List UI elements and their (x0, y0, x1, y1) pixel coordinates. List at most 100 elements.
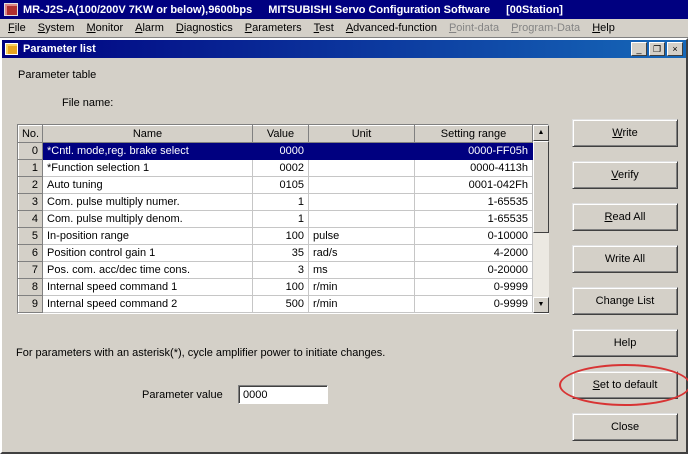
param-unit-cell (309, 194, 415, 211)
param-value-cell: 0002 (253, 160, 309, 177)
param-value-cell: 100 (253, 228, 309, 245)
verify-button[interactable]: Verify (572, 161, 678, 189)
param-no-cell: 1 (19, 160, 43, 177)
param-no-cell: 7 (19, 262, 43, 279)
maximize-button[interactable]: ❐ (649, 42, 665, 56)
param-unit-cell (309, 211, 415, 228)
param-name-cell: Position control gain 1 (43, 245, 253, 262)
param-no-cell: 5 (19, 228, 43, 245)
table-row[interactable]: 2 Auto tuning 0105 0001-042Fh (19, 177, 533, 194)
param-unit-cell (309, 160, 415, 177)
menu-item-help[interactable]: Help (586, 20, 621, 36)
set-to-default-button[interactable]: Set to default (572, 371, 678, 399)
param-value-cell: 500 (253, 296, 309, 313)
parameter-list-titlebar[interactable]: Parameter list _ ❐ × (2, 40, 686, 58)
window-title-station: [00Station] (506, 4, 563, 16)
command-button-column: Write Verify Read All Write All Change L… (572, 119, 678, 441)
param-name-cell: Pos. com. acc/dec time cons. (43, 262, 253, 279)
menu-item-advanced-function[interactable]: Advanced-function (340, 20, 443, 36)
scrollbar-thumb[interactable] (533, 141, 549, 233)
menu-item-program-data: Program-Data (505, 20, 586, 36)
param-value-cell: 0105 (253, 177, 309, 194)
param-unit-cell: r/min (309, 279, 415, 296)
table-row[interactable]: 7 Pos. com. acc/dec time cons. 3 ms 0-20… (19, 262, 533, 279)
menu-item-parameters[interactable]: Parameters (239, 20, 308, 36)
param-unit-cell: r/min (309, 296, 415, 313)
param-value-cell: 100 (253, 279, 309, 296)
table-header-row: No. Name Value Unit Setting range (19, 126, 533, 143)
header-name: Name (43, 126, 253, 143)
table-row[interactable]: 5 In-position range 100 pulse 0-10000 (19, 228, 533, 245)
scroll-down-icon[interactable]: ▼ (533, 297, 549, 313)
header-value: Value (253, 126, 309, 143)
param-value-cell: 1 (253, 211, 309, 228)
window-controls: _ ❐ × (631, 42, 683, 56)
param-no-cell: 9 (19, 296, 43, 313)
param-no-cell: 4 (19, 211, 43, 228)
read-all-button[interactable]: Read All (572, 203, 678, 231)
menu-item-file[interactable]: File (2, 20, 32, 36)
titlebar-close-button[interactable]: × (667, 42, 683, 56)
param-range-cell: 0000-4113h (415, 160, 533, 177)
minimize-button[interactable]: _ (631, 42, 647, 56)
param-value-cell: 35 (253, 245, 309, 262)
param-name-cell: *Cntl. mode,reg. brake select (43, 143, 253, 160)
parameter-list-window-icon (5, 43, 18, 55)
table-row[interactable]: 3 Com. pulse multiply numer. 1 1-65535 (19, 194, 533, 211)
param-range-cell: 0-9999 (415, 279, 533, 296)
param-name-cell: Com. pulse multiply denom. (43, 211, 253, 228)
param-unit-cell (309, 143, 415, 160)
param-unit-cell (309, 177, 415, 194)
param-range-cell: 0-10000 (415, 228, 533, 245)
scroll-up-icon[interactable]: ▲ (533, 125, 549, 141)
param-value-cell: 1 (253, 194, 309, 211)
application-window: MR-J2S-A(100/200V 7KW or below),9600bps … (0, 0, 688, 454)
close-button[interactable]: Close (572, 413, 678, 441)
param-unit-cell: rad/s (309, 245, 415, 262)
param-range-cell: 0000-FF05h (415, 143, 533, 160)
menu-item-system[interactable]: System (32, 20, 81, 36)
parameter-table: No. Name Value Unit Setting range 0 *Cnt… (17, 124, 549, 314)
menu-item-test[interactable]: Test (308, 20, 340, 36)
menu-item-alarm[interactable]: Alarm (129, 20, 170, 36)
table-row[interactable]: 1 *Function selection 1 0002 0000-4113h (19, 160, 533, 177)
param-range-cell: 1-65535 (415, 194, 533, 211)
write-all-button[interactable]: Write All (572, 245, 678, 273)
table-row[interactable]: 6 Position control gain 1 35 rad/s 4-200… (19, 245, 533, 262)
parameter-table-label: Parameter table (18, 69, 96, 81)
param-range-cell: 0001-042Fh (415, 177, 533, 194)
param-unit-cell: ms (309, 262, 415, 279)
table-row[interactable]: 9 Internal speed command 2 500 r/min 0-9… (19, 296, 533, 313)
table-row[interactable]: 0 *Cntl. mode,reg. brake select 0000 000… (19, 143, 533, 160)
param-value-cell: 3 (253, 262, 309, 279)
param-name-cell: Internal speed command 1 (43, 279, 253, 296)
header-setting-range: Setting range (415, 126, 533, 143)
param-value-cell: 0000 (253, 143, 309, 160)
parameter-value-label: Parameter value (142, 389, 223, 401)
scrollbar-track[interactable] (533, 233, 549, 297)
menu-item-point-data: Point-data (443, 20, 505, 36)
change-list-button[interactable]: Change List (572, 287, 678, 315)
table-row[interactable]: 4 Com. pulse multiply denom. 1 1-65535 (19, 211, 533, 228)
window-title-app: MITSUBISHI Servo Configuration Software (268, 4, 490, 16)
param-range-cell: 1-65535 (415, 211, 533, 228)
help-button[interactable]: Help (572, 329, 678, 357)
menubar: File System Monitor Alarm Diagnostics Pa… (0, 19, 688, 38)
table-scrollbar[interactable]: ▲ ▼ (533, 125, 549, 313)
param-unit-cell: pulse (309, 228, 415, 245)
param-range-cell: 4-2000 (415, 245, 533, 262)
asterisk-note: For parameters with an asterisk(*), cycl… (16, 347, 385, 359)
param-no-cell: 6 (19, 245, 43, 262)
menu-item-monitor[interactable]: Monitor (80, 20, 129, 36)
write-button[interactable]: Write (572, 119, 678, 147)
parameter-grid: No. Name Value Unit Setting range 0 *Cnt… (18, 125, 533, 313)
param-no-cell: 8 (19, 279, 43, 296)
menu-item-diagnostics[interactable]: Diagnostics (170, 20, 239, 36)
inner-window-title: Parameter list (23, 43, 96, 55)
window-title-model: MR-J2S-A(100/200V 7KW or below),9600bps (23, 4, 252, 16)
parameter-value-input[interactable] (238, 385, 328, 404)
table-row[interactable]: 8 Internal speed command 1 100 r/min 0-9… (19, 279, 533, 296)
titlebar[interactable]: MR-J2S-A(100/200V 7KW or below),9600bps … (0, 0, 688, 19)
param-name-cell: *Function selection 1 (43, 160, 253, 177)
file-name-label: File name: (62, 97, 113, 109)
